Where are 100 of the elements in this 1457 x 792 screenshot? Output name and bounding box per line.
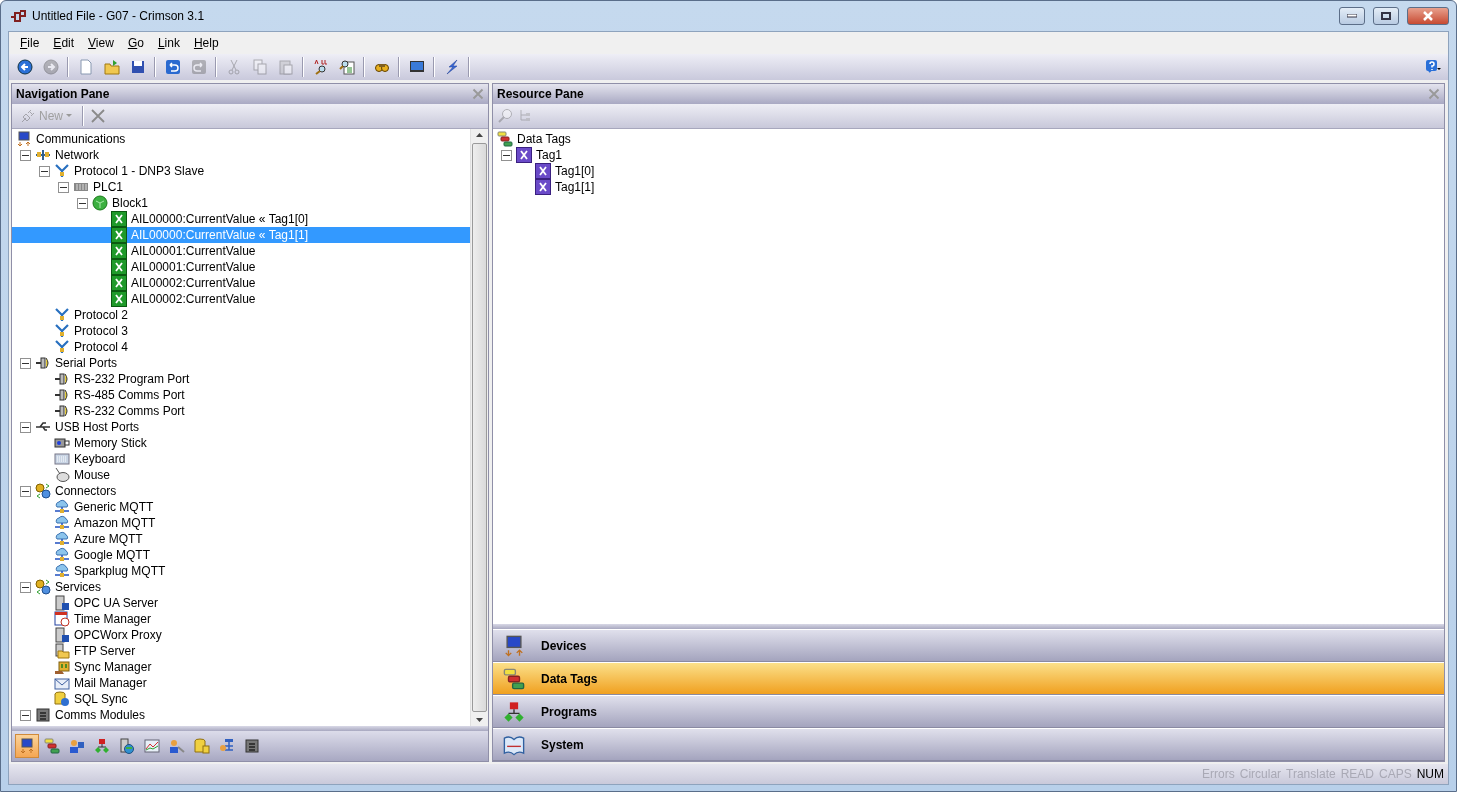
plug-icon — [54, 371, 70, 387]
collapse-button[interactable] — [20, 581, 31, 593]
menu-item[interactable]: Go — [120, 36, 151, 50]
tree-item[interactable]: Mouse — [12, 467, 470, 483]
book-icon — [503, 733, 525, 756]
tree-item[interactable]: Protocol 4 — [12, 339, 470, 355]
tree-item[interactable]: USB Host Ports — [12, 419, 470, 435]
tree-item[interactable]: Tag1 — [493, 147, 1444, 163]
collapse-button[interactable] — [77, 197, 88, 209]
tree-item[interactable]: Keyboard — [12, 451, 470, 467]
tree-item[interactable]: Amazon MQTT — [12, 515, 470, 531]
search-icon — [497, 108, 513, 124]
tree-item[interactable]: Protocol 1 - DNP3 Slave — [12, 163, 470, 179]
category-button[interactable]: Devices — [493, 629, 1444, 662]
minimize-button[interactable] — [1339, 7, 1365, 25]
tree-item[interactable]: Memory Stick — [12, 435, 470, 451]
tree-item[interactable]: Comms Modules — [12, 707, 470, 723]
tree-item[interactable]: Services — [12, 579, 470, 595]
app-logo-icon — [10, 8, 26, 24]
tree-item[interactable]: AIL00001:CurrentValue — [12, 243, 470, 259]
cloud-icon — [54, 563, 70, 579]
tree-item[interactable]: Block1 — [12, 195, 470, 211]
plug-icon — [54, 403, 70, 419]
tree-item[interactable]: Data Tags — [493, 131, 1444, 147]
tree-item[interactable]: Protocol 3 — [12, 323, 470, 339]
module-icon — [35, 707, 51, 723]
tree-item[interactable]: Sparkplug MQTT — [12, 563, 470, 579]
close-icon — [1423, 11, 1433, 21]
menu-item[interactable]: View — [81, 36, 121, 50]
collapse-button[interactable] — [20, 421, 31, 433]
tree-item[interactable]: Azure MQTT — [12, 531, 470, 547]
plug-icon — [20, 108, 36, 124]
menu-item[interactable]: Edit — [46, 36, 82, 50]
tree-item[interactable]: Serial Ports — [12, 355, 470, 371]
tree-item[interactable]: Tag1[0] — [493, 163, 1444, 179]
category-button[interactable]: System — [493, 728, 1444, 761]
network-tree-icon — [219, 738, 235, 754]
server-icon — [54, 595, 70, 611]
tree-item[interactable]: Network — [12, 147, 470, 163]
tree-item[interactable]: Time Manager — [12, 611, 470, 627]
menu-item[interactable]: Link — [150, 36, 187, 50]
fork-icon — [54, 163, 70, 179]
collapse-button[interactable] — [39, 165, 50, 177]
close-button[interactable] — [1407, 7, 1449, 25]
category-button[interactable]: Programs — [493, 695, 1444, 728]
maximize-icon — [1381, 12, 1391, 20]
collapse-button[interactable] — [20, 149, 31, 161]
network-icon — [35, 147, 51, 163]
tree-item[interactable]: AIL00002:CurrentValue — [12, 291, 470, 307]
category-button[interactable]: Data Tags — [493, 662, 1444, 695]
tree-item[interactable]: AIL00002:CurrentValue — [12, 275, 470, 291]
plug-icon — [35, 355, 51, 371]
tree-item[interactable]: Sync Manager — [12, 659, 470, 675]
tree-item[interactable]: AIL00001:CurrentValue — [12, 259, 470, 275]
user-icon — [69, 738, 85, 754]
tree-item[interactable]: PLC1 — [12, 179, 470, 195]
tree-item[interactable]: Google MQTT — [12, 547, 470, 563]
maximize-button[interactable] — [1373, 7, 1399, 25]
menu-item[interactable]: File — [13, 36, 47, 50]
computer-icon — [19, 738, 35, 754]
folder-icon — [54, 643, 70, 659]
collapse-button[interactable] — [501, 149, 512, 161]
tree-item[interactable]: RS-232 Comms Port — [12, 403, 470, 419]
pane-title: Resource Pane — [497, 87, 585, 101]
tree-item[interactable]: SQL Sync — [12, 691, 470, 707]
tree-item[interactable]: OPCWorx Proxy — [12, 627, 470, 643]
tree-item[interactable]: AIL00000:CurrentValue « Tag1[0] — [12, 211, 470, 227]
x-tag-icon — [535, 163, 551, 179]
tree-item[interactable]: Communications — [12, 131, 470, 147]
close-icon — [472, 88, 484, 100]
menu-item[interactable]: Help — [186, 36, 226, 50]
x-tag-icon — [111, 243, 127, 259]
tree-item[interactable]: FTP Server — [12, 643, 470, 659]
tree-item[interactable]: Tag1[1] — [493, 179, 1444, 195]
computer-icon — [16, 131, 32, 147]
fork-icon — [54, 307, 70, 323]
tree-item[interactable]: OPC UA Server — [12, 595, 470, 611]
collapse-button[interactable] — [20, 709, 31, 721]
tree-item[interactable]: Mail Manager — [12, 675, 470, 691]
tree-item[interactable]: RS-232 Program Port — [12, 371, 470, 387]
view-button[interactable] — [15, 734, 39, 758]
tree-item[interactable]: Protocol 2 — [12, 307, 470, 323]
x-tag-icon — [111, 227, 127, 243]
clock-icon — [54, 611, 70, 627]
tags-icon — [497, 131, 513, 147]
collapse-button[interactable] — [58, 181, 69, 193]
gears-icon — [35, 579, 51, 595]
tree-item[interactable]: Generic MQTT — [12, 499, 470, 515]
cloud-icon — [54, 499, 70, 515]
caret-icon — [66, 114, 72, 118]
scrollbar[interactable] — [470, 129, 488, 726]
tree-item[interactable]: Connectors — [12, 483, 470, 499]
x-tag-icon — [111, 275, 127, 291]
window-title: Untitled File - G07 - Crimson 3.1 — [32, 9, 206, 23]
database-icon — [54, 691, 70, 707]
memory-stick-icon — [54, 435, 70, 451]
collapse-button[interactable] — [20, 485, 31, 497]
tree-item[interactable]: RS-485 Comms Port — [12, 387, 470, 403]
collapse-button[interactable] — [20, 357, 31, 369]
pane-title: Navigation Pane — [16, 87, 111, 101]
